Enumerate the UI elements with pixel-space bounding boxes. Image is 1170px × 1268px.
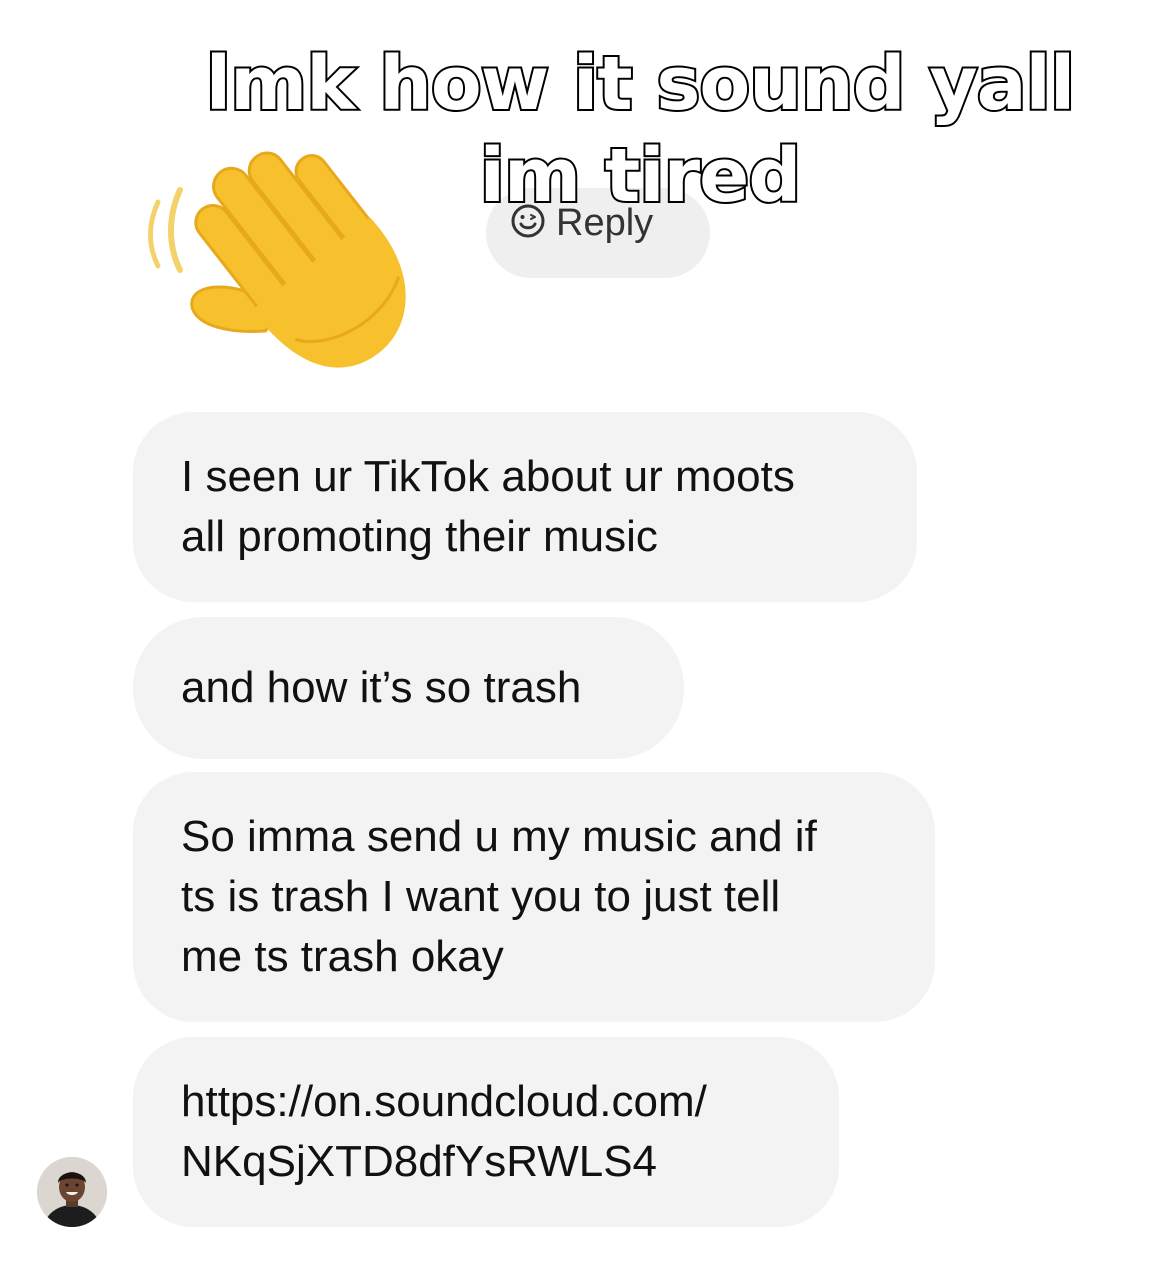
overlay-caption: lmk how it sound yall im tired xyxy=(204,39,1077,221)
profile-avatar xyxy=(37,1157,107,1227)
message-text: I seen ur TikTok about ur moots all prom… xyxy=(181,452,795,561)
message-bubble[interactable]: and how it’s so trash xyxy=(133,617,684,759)
message-bubble-link[interactable]: https://on.soundcloud.com/ NKqSjXTD8dfYs… xyxy=(133,1037,839,1227)
message-bubble[interactable]: I seen ur TikTok about ur moots all prom… xyxy=(133,412,917,602)
message-text: and how it’s so trash xyxy=(181,663,582,712)
message-link-text[interactable]: https://on.soundcloud.com/ NKqSjXTD8dfYs… xyxy=(181,1072,707,1192)
sender-avatar[interactable] xyxy=(37,1157,107,1227)
message-bubble[interactable]: So imma send u my music and if ts is tra… xyxy=(133,772,935,1022)
message-text: So imma send u my music and if ts is tra… xyxy=(181,812,817,981)
